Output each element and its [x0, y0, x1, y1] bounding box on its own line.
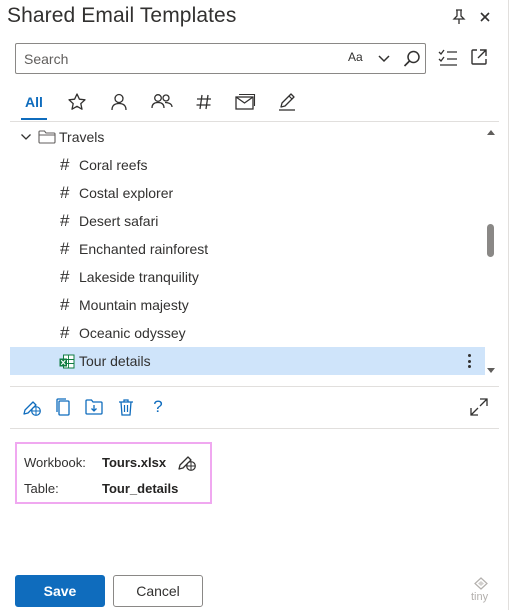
folder-move-icon [85, 399, 103, 415]
scroll-thumb[interactable] [487, 224, 494, 257]
workbook-value: Tours.xlsx [102, 455, 167, 470]
table-value: Tour_details [102, 481, 179, 496]
hashtag-icon: # [60, 211, 70, 230]
more-dot [467, 354, 471, 357]
search-icon [403, 50, 420, 67]
hashtag-icon: # [60, 295, 70, 314]
close-icon [480, 12, 490, 22]
hashtag-icon: # [60, 183, 70, 202]
hashtag-icon: # [60, 323, 70, 342]
checklist-icon [438, 49, 457, 66]
tree-item-label: Coral reefs [79, 157, 148, 173]
divider [10, 386, 499, 387]
search-input[interactable] [24, 49, 324, 69]
pin-button[interactable] [448, 6, 470, 28]
tiny-logo: tiny [468, 577, 494, 607]
help-button[interactable]: ? [148, 397, 168, 417]
star-icon [68, 93, 86, 110]
save-button[interactable]: Save [15, 575, 105, 607]
tree-item-enchanted-rainforest[interactable]: # Enchanted rainforest [10, 235, 485, 263]
tab-all-label: All [25, 94, 43, 110]
title-bar: Shared Email Templates [0, 0, 509, 34]
tiny-logo-text: tiny [471, 591, 489, 603]
insert-dataset-button[interactable] [22, 397, 42, 417]
tree-item-oceanic-odyssey[interactable]: # Oceanic odyssey [10, 319, 485, 347]
tab-shared-templates[interactable] [149, 86, 175, 118]
more-options-button[interactable] [462, 351, 476, 371]
copy-button[interactable] [53, 397, 73, 417]
hashtag-icon: # [60, 267, 70, 286]
tab-all[interactable]: All [19, 86, 49, 120]
scroll-down-arrow[interactable] [487, 368, 495, 373]
person-icon [111, 93, 127, 111]
tree-item-label: Lakeside tranquility [79, 269, 199, 285]
search-options-dropdown[interactable] [377, 52, 391, 66]
tree-item-label: Desert safari [79, 213, 159, 229]
hashtag-icon [196, 94, 211, 110]
folder-travels[interactable]: Travels [10, 125, 485, 149]
tree-item-tour-details[interactable]: Tour details [10, 347, 485, 375]
expand-icon [470, 398, 488, 416]
workbook-label: Workbook: [24, 455, 86, 470]
scroll-up-arrow[interactable] [487, 130, 495, 135]
tree-item-label: Costal explorer [79, 185, 174, 201]
tiny-logo-icon [474, 577, 488, 590]
table-label: Table: [24, 481, 59, 496]
hashtag-icon: # [60, 239, 70, 258]
chevron-down-icon[interactable] [20, 131, 32, 143]
move-to-folder-button[interactable] [84, 397, 104, 417]
delete-button[interactable] [116, 397, 136, 417]
close-button[interactable] [474, 6, 496, 28]
tab-macros[interactable] [193, 86, 215, 118]
trash-icon [119, 399, 133, 416]
folder-label: Travels [59, 129, 105, 145]
pen-globe-icon [23, 401, 41, 416]
tree-item-label: Oceanic odyssey [79, 325, 186, 341]
hashtag-icon: # [60, 155, 70, 174]
match-case-toggle[interactable]: Aa [348, 50, 363, 64]
pen-globe-icon [178, 456, 196, 471]
dataset-details-box: Workbook: Tours.xlsx Table: Tour_details [15, 442, 212, 504]
envelope-icon [235, 93, 256, 110]
pin-icon [452, 9, 466, 24]
folder-icon [38, 130, 56, 144]
tree-item-label: Enchanted rainforest [79, 241, 209, 257]
tab-drafts[interactable] [275, 86, 299, 118]
people-icon [151, 94, 173, 109]
view-options-button[interactable] [437, 47, 459, 69]
tab-email-templates[interactable] [232, 86, 258, 118]
more-dot [467, 359, 471, 363]
search-box: Aa [15, 43, 426, 74]
tree-item-lakeside-tranquility[interactable]: # Lakeside tranquility [10, 263, 485, 291]
cancel-button[interactable]: Cancel [113, 575, 203, 607]
more-dot [467, 365, 471, 368]
tree-item-mountain-majesty[interactable]: # Mountain majesty [10, 291, 485, 319]
pane-title: Shared Email Templates [7, 4, 237, 27]
tree-item-label: Mountain majesty [79, 297, 189, 313]
open-in-window-button[interactable] [469, 47, 491, 69]
external-link-icon [471, 49, 487, 65]
divider [10, 428, 499, 429]
edit-dataset-link-button[interactable] [177, 452, 197, 472]
chevron-down-icon [378, 55, 390, 63]
shared-email-templates-pane: Shared Email Templates Aa [0, 0, 509, 610]
tab-my-templates[interactable] [107, 86, 131, 118]
tree-item-costal-explorer[interactable]: # Costal explorer [10, 179, 485, 207]
tree-scrollbar[interactable] [484, 127, 498, 377]
tree-item-label: Tour details [79, 353, 151, 369]
copy-icon [56, 398, 70, 416]
tabs-divider [10, 121, 499, 122]
tree-item-desert-safari[interactable]: # Desert safari [10, 207, 485, 235]
tree-item-coral-reefs[interactable]: # Coral reefs [10, 151, 485, 179]
pen-icon [279, 93, 295, 111]
search-button[interactable] [402, 49, 422, 69]
category-tabs: All [15, 86, 495, 120]
template-tree: Travels # Coral reefs # Costal explorer … [10, 123, 485, 380]
tab-favorites[interactable] [65, 86, 89, 118]
expand-button[interactable] [469, 397, 489, 417]
excel-table-icon [59, 354, 75, 369]
